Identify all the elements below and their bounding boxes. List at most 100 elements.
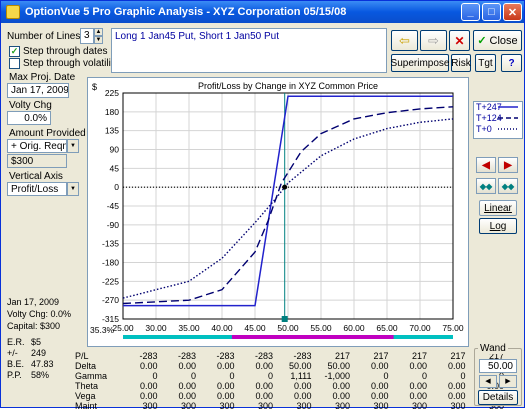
greeks-row: Theta 0.00 0.00 0.00 0.00 0.00 0.00 0.00 0.00 0.0…: [75, 381, 525, 391]
amount-dropdown-icon[interactable]: ▼: [67, 139, 79, 153]
greeks-cell: 0.00: [332, 381, 350, 391]
chart-legend: T+247 T+124 T+0: [473, 101, 523, 139]
be-value: 47.83: [31, 359, 54, 369]
greeks-cell: -283: [254, 351, 273, 361]
wand-label: Wand: [478, 343, 508, 354]
greeks-row: Delta 0.00 0.00 0.00 0.00 50.00 50.00 0.00 0.00 0…: [75, 361, 525, 371]
greeks-cell: -283: [139, 351, 158, 361]
x-tick-label: 70.00: [409, 323, 431, 333]
y-tick-label: 180: [105, 107, 119, 117]
greeks-cell: 0.00: [178, 391, 196, 401]
x-tick-label: 50.00: [277, 323, 299, 333]
wand-right-icon: ▶: [505, 378, 511, 385]
greeks-cell: 0.00: [409, 361, 427, 371]
log-button[interactable]: Log: [479, 218, 517, 234]
risk-button[interactable]: Risk: [451, 54, 471, 72]
x-tick-label: 35.00: [178, 323, 200, 333]
step-dates-check-icon: ✓: [9, 46, 20, 57]
window: OptionVue 5 Pro Graphic Analysis - XYZ C…: [0, 0, 525, 411]
greeks-cell: 0.00: [216, 361, 235, 371]
shift-left-red-button[interactable]: ◀: [476, 157, 496, 173]
greeks-cell: 0.00: [370, 361, 389, 371]
wand-input[interactable]: 50.00: [479, 359, 517, 373]
greeks-cell: 0.00: [293, 391, 312, 401]
right-arrow-icon: ▶: [504, 159, 512, 171]
help-button[interactable]: ?: [501, 54, 522, 72]
greeks-cell: 50.00: [327, 361, 350, 371]
range-bar-magenta: [231, 335, 394, 339]
close-window-button[interactable]: ✕: [503, 3, 522, 21]
back-arrow-button[interactable]: ⇦: [391, 30, 418, 51]
greeks-cell: -283: [216, 351, 235, 361]
delete-button[interactable]: ✕: [449, 30, 470, 51]
pl-chart: Profit/Loss by Change in XYZ Common Pric…: [90, 81, 464, 339]
wand-right-button[interactable]: ▶: [499, 375, 517, 388]
tgt-button[interactable]: Tgt: [475, 54, 496, 72]
greeks-cell: 217: [373, 351, 389, 361]
greeks-row-label: P/L: [75, 351, 89, 361]
wand-left-button[interactable]: ◀: [479, 375, 497, 388]
expand-button[interactable]: ◆◆: [498, 178, 518, 194]
er-label: E.R.: [7, 337, 25, 347]
close-button[interactable]: ✓ Close: [473, 30, 522, 51]
greeks-cell: 0: [152, 371, 158, 381]
greeks-cell: 0.00: [370, 381, 389, 391]
step-dates-checkbox[interactable]: ✓ Step through dates: [9, 46, 108, 57]
compress-button[interactable]: ◆◆: [476, 178, 496, 194]
superimpose-button[interactable]: Superimpose: [391, 54, 449, 72]
shift-right-red-button[interactable]: ▶: [498, 157, 518, 173]
greeks-row: Maint300300300300300300300300300300300: [75, 401, 525, 411]
greeks-cell: 0: [267, 371, 273, 381]
greeks-cell: 0: [460, 371, 466, 381]
greeks-cell: 0.00: [255, 361, 273, 371]
greeks-cell: 0.00: [370, 391, 389, 401]
title-bar[interactable]: OptionVue 5 Pro Graphic Analysis - XYZ C…: [1, 1, 524, 23]
greeks-cell: 0.00: [255, 381, 273, 391]
maximize-button[interactable]: □: [482, 3, 501, 21]
greeks-cell: 0.00: [447, 391, 466, 401]
greeks-cell: 300: [373, 401, 389, 411]
pp-label: P.P.: [7, 370, 22, 380]
forward-arrow-icon: ⇨: [428, 32, 439, 48]
chart-pane[interactable]: Profit/Loss by Change in XYZ Common Pric…: [87, 77, 469, 347]
greeks-row-label: Delta: [75, 361, 97, 371]
greeks-cell: 300: [219, 401, 235, 411]
linear-button[interactable]: Linear: [479, 200, 517, 216]
greeks-row: Gamma00001,111-1,00000000: [75, 371, 525, 381]
pp-value: 58%: [31, 370, 50, 380]
corner-label: 35.3%: [90, 325, 115, 335]
check-icon: ✓: [477, 35, 487, 47]
app-icon: [6, 5, 20, 19]
greeks-cell: 0.00: [447, 361, 466, 371]
status-capital: Capital: $300: [7, 321, 61, 331]
y-tick-label: 90: [110, 145, 120, 155]
greeks-cell: 1,111: [290, 371, 312, 381]
position-description[interactable]: Long 1 Jan45 Put, Short 1 Jan50 Put: [111, 28, 387, 73]
greeks-cell: 217: [450, 351, 466, 361]
minimize-button[interactable]: _: [461, 3, 480, 21]
x-tick-label: 75.00: [442, 323, 464, 333]
greeks-table: P/L-283-283-283-283-28321721721721721721…: [75, 351, 525, 411]
num-lines-input[interactable]: 3: [80, 28, 94, 44]
y-tick-label: -45: [107, 201, 120, 211]
legend-line-dot: [498, 128, 518, 130]
details-button[interactable]: Details: [478, 390, 518, 405]
y-tick-label: 0: [114, 182, 119, 192]
vaxis-select[interactable]: Profit/Loss: [7, 182, 67, 196]
pm-value: 249: [31, 348, 47, 358]
expand-arrows-icon: ◆◆: [501, 181, 515, 191]
current-price-dot: [282, 184, 288, 190]
greeks-cell: 0: [229, 371, 235, 381]
greeks-cell: -1,000: [324, 371, 350, 381]
step-vol-checkbox[interactable]: Step through volatilities: [9, 58, 126, 69]
forward-arrow-button[interactable]: ⇨: [420, 30, 447, 51]
amount-select[interactable]: + Orig. Reqmt.: [7, 139, 67, 153]
greeks-cell: 217: [334, 351, 350, 361]
wand-left-icon: ◀: [485, 378, 491, 385]
num-lines-down[interactable]: ▼: [94, 36, 103, 44]
y-tick-label: 225: [105, 88, 119, 98]
volty-input[interactable]: 0.0%: [7, 111, 51, 125]
num-lines-up[interactable]: ▲: [94, 28, 103, 36]
max-date-input[interactable]: Jan 17, 2009: [7, 83, 69, 98]
vaxis-dropdown-icon[interactable]: ▼: [67, 182, 79, 196]
